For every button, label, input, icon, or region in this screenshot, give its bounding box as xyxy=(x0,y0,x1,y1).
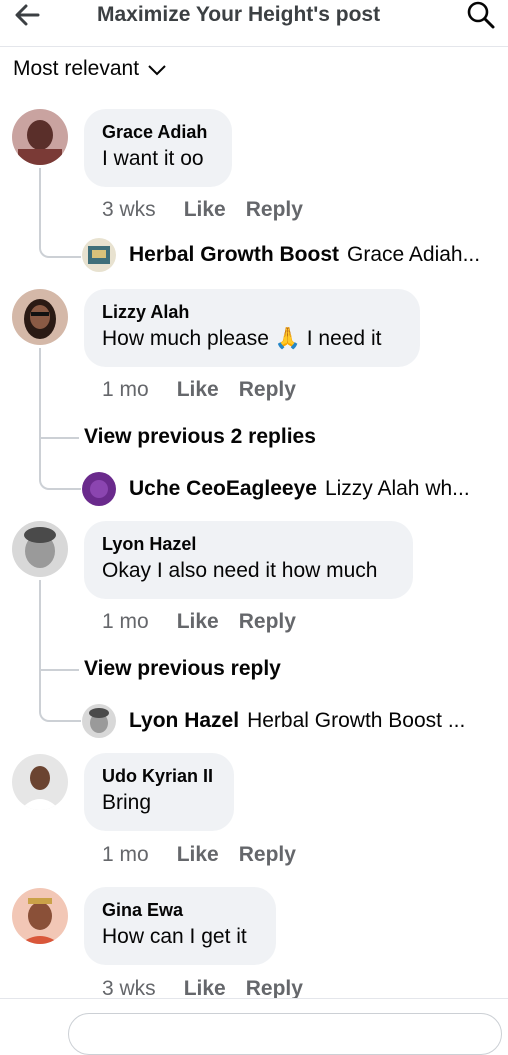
avatar[interactable] xyxy=(12,109,68,165)
view-previous-replies[interactable]: View previous 2 replies xyxy=(84,425,316,449)
thread-line xyxy=(39,468,81,490)
comment-text: I want it oo xyxy=(102,147,204,170)
comment-author[interactable]: Lizzy Alah xyxy=(102,300,402,324)
like-button[interactable]: Like xyxy=(184,198,226,222)
arrow-left-icon xyxy=(15,4,40,26)
reply-snippet: Lizzy Alah wh... xyxy=(324,477,470,500)
comment-time[interactable]: 1 mo xyxy=(102,378,149,402)
reply-author[interactable]: Herbal Growth Boost xyxy=(129,243,339,266)
search-icon xyxy=(467,1,495,29)
page-title: Maximize Your Height's post xyxy=(97,3,381,26)
reply-button[interactable]: Reply xyxy=(239,378,296,402)
comment-actions: 1 mo Like Reply xyxy=(102,610,296,634)
comment-author[interactable]: Gina Ewa xyxy=(102,898,258,922)
avatar[interactable] xyxy=(12,289,68,345)
comment-bubble: Udo Kyrian II Bring xyxy=(84,753,234,831)
thread-line xyxy=(39,580,41,700)
comment-actions: 1 mo Like Reply xyxy=(102,378,296,402)
sort-dropdown[interactable]: Most relevant xyxy=(13,57,167,81)
comment-author[interactable]: Udo Kyrian II xyxy=(102,764,216,788)
comment-actions: 1 mo Like Reply xyxy=(102,843,296,867)
comment-time[interactable]: 1 mo xyxy=(102,610,149,634)
reply-avatar[interactable] xyxy=(82,238,116,272)
reply-preview[interactable]: Herbal Growth Boost Grace Adiah... xyxy=(129,243,493,267)
comment-author[interactable]: Grace Adiah xyxy=(102,120,214,144)
thread-line xyxy=(39,348,41,468)
thread-line xyxy=(39,437,79,439)
reply-button[interactable]: Reply xyxy=(239,610,296,634)
chevron-down-icon xyxy=(148,65,166,76)
thread-line xyxy=(39,168,41,238)
comment-author[interactable]: Lyon Hazel xyxy=(102,532,395,556)
comment-composer xyxy=(0,998,508,1055)
reply-button[interactable]: Reply xyxy=(246,198,303,222)
comment-time[interactable]: 3 wks xyxy=(102,198,156,222)
like-button[interactable]: Like xyxy=(177,610,219,634)
view-previous-replies[interactable]: View previous reply xyxy=(84,657,281,681)
avatar[interactable] xyxy=(12,754,68,810)
comment-input[interactable] xyxy=(68,1013,502,1055)
reply-button[interactable]: Reply xyxy=(239,843,296,867)
reply-author[interactable]: Uche CeoEagleeye xyxy=(129,477,317,500)
sort-label: Most relevant xyxy=(13,57,140,80)
comment-text: How much please 🙏 I need it xyxy=(102,327,382,350)
top-bar: Maximize Your Height's post xyxy=(0,0,508,47)
comment-text: Okay I also need it how much xyxy=(102,559,378,582)
reply-avatar[interactable] xyxy=(82,704,116,738)
reply-preview[interactable]: Uche CeoEagleeye Lizzy Alah wh... xyxy=(129,477,493,501)
back-button[interactable] xyxy=(14,0,54,30)
comment-time[interactable]: 1 mo xyxy=(102,843,149,867)
comment-bubble: Lyon Hazel Okay I also need it how much xyxy=(84,521,413,599)
thread-line xyxy=(39,669,79,671)
reply-snippet: Herbal Growth Boost ... xyxy=(247,709,466,732)
search-button[interactable] xyxy=(466,0,498,30)
reply-snippet: Grace Adiah... xyxy=(347,243,481,266)
comment-text: How can I get it xyxy=(102,925,247,948)
comment-bubble: Lizzy Alah How much please 🙏 I need it xyxy=(84,289,420,367)
comment-bubble: Gina Ewa How can I get it xyxy=(84,887,276,965)
reply-author[interactable]: Lyon Hazel xyxy=(129,709,239,732)
comment-text: Bring xyxy=(102,791,152,814)
comment-actions: 3 wks Like Reply xyxy=(102,198,303,222)
avatar[interactable] xyxy=(12,888,68,944)
reply-preview[interactable]: Lyon Hazel Herbal Growth Boost ... xyxy=(129,709,493,733)
comment-bubble: Grace Adiah I want it oo xyxy=(84,109,232,187)
like-button[interactable]: Like xyxy=(177,843,219,867)
like-button[interactable]: Like xyxy=(177,378,219,402)
reply-avatar[interactable] xyxy=(82,472,116,506)
thread-line xyxy=(39,236,81,258)
thread-line xyxy=(39,700,81,722)
avatar[interactable] xyxy=(12,521,68,577)
